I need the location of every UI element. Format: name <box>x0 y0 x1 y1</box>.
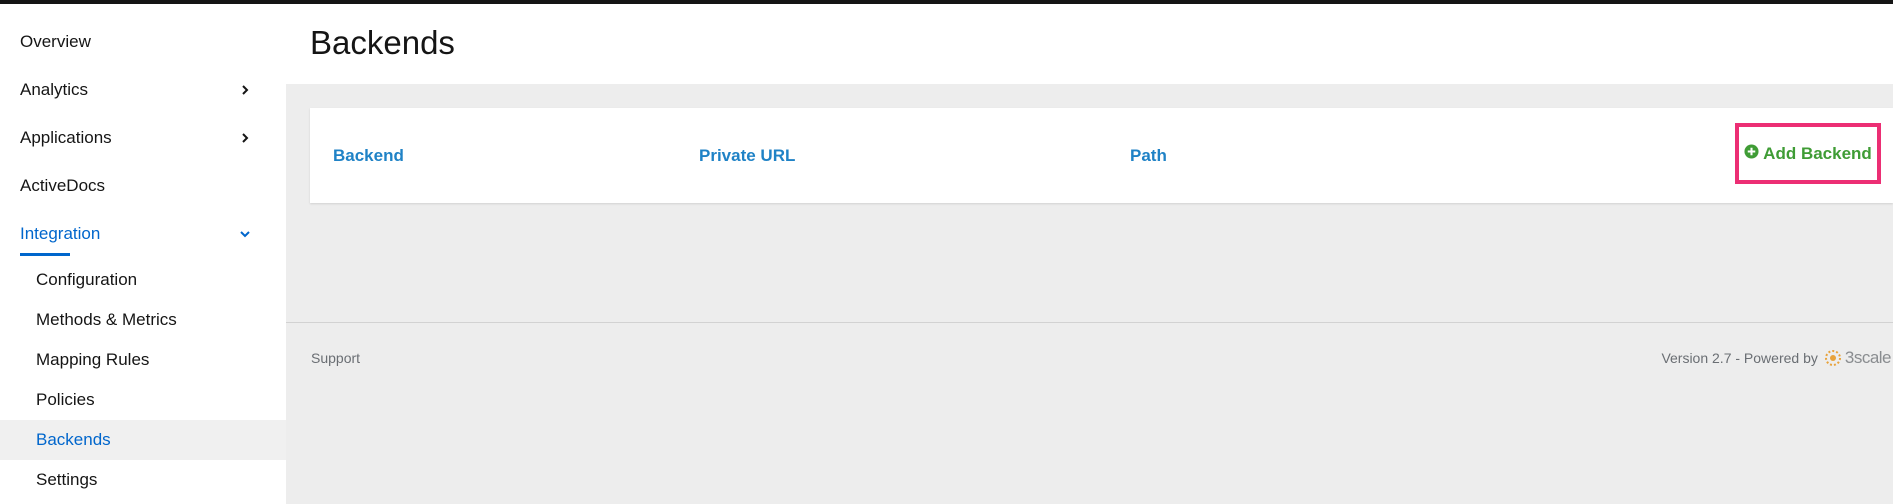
sidebar-item-label: Applications <box>20 128 112 147</box>
column-header-private-url[interactable]: Private URL <box>699 146 795 166</box>
sidebar: Overview Analytics Applications ActiveDo… <box>0 4 286 504</box>
sidebar-item-label: ActiveDocs <box>20 176 106 195</box>
column-header-backend[interactable]: Backend <box>333 146 404 166</box>
sidebar-subitem-label: Settings <box>36 470 98 489</box>
version-text: Version 2.7 - Powered by <box>1661 350 1818 366</box>
sidebar-subitem-backends[interactable]: Backends <box>0 420 286 460</box>
sidebar-item-label: Integration <box>20 224 101 243</box>
3scale-logo: 3scale <box>1823 348 1892 368</box>
chevron-right-icon <box>238 131 252 145</box>
sidebar-item-integration[interactable]: Integration <box>0 212 286 256</box>
sidebar-item-analytics[interactable]: Analytics <box>0 68 286 112</box>
sidebar-item-overview[interactable]: Overview <box>0 20 286 64</box>
footer-divider <box>286 322 1893 323</box>
chevron-right-icon <box>238 83 252 97</box>
sidebar-subitem-policies[interactable]: Policies <box>0 380 286 420</box>
sidebar-item-activedocs[interactable]: ActiveDocs <box>0 164 286 208</box>
sidebar-subitem-configuration[interactable]: Configuration <box>0 260 286 300</box>
plus-circle-icon <box>1744 143 1759 164</box>
backends-table: Backend Private URL Path Add Backend <box>310 108 1893 203</box>
add-backend-label: Add Backend <box>1763 143 1872 163</box>
support-link[interactable]: Support <box>311 350 360 366</box>
sidebar-subitem-label: Policies <box>36 390 95 409</box>
sidebar-subitem-label: Methods & Metrics <box>36 310 177 329</box>
sidebar-subitem-label: Mapping Rules <box>36 350 150 369</box>
sidebar-subitem-settings[interactable]: Settings <box>0 460 286 500</box>
add-backend-button[interactable]: Add Backend <box>1735 123 1881 184</box>
page-title: Backends <box>310 24 455 61</box>
3scale-logo-icon <box>1824 350 1841 366</box>
sidebar-item-label: Analytics <box>20 80 89 99</box>
sidebar-subitem-label: Configuration <box>36 270 138 289</box>
page-header: Backends <box>286 4 1893 84</box>
chevron-down-icon <box>238 227 252 241</box>
active-section-indicator <box>20 253 70 256</box>
sidebar-subitem-label: Backends <box>36 430 111 449</box>
sidebar-item-label: Overview <box>20 32 91 51</box>
footer-version: Version 2.7 - Powered by 3scale <box>1661 348 1891 368</box>
sidebar-subitem-mapping-rules[interactable]: Mapping Rules <box>0 340 286 380</box>
sidebar-subitem-methods-metrics[interactable]: Methods & Metrics <box>0 300 286 340</box>
column-header-path[interactable]: Path <box>1130 146 1167 166</box>
sidebar-item-applications[interactable]: Applications <box>0 116 286 160</box>
logo-text: 3scale <box>1844 348 1892 367</box>
